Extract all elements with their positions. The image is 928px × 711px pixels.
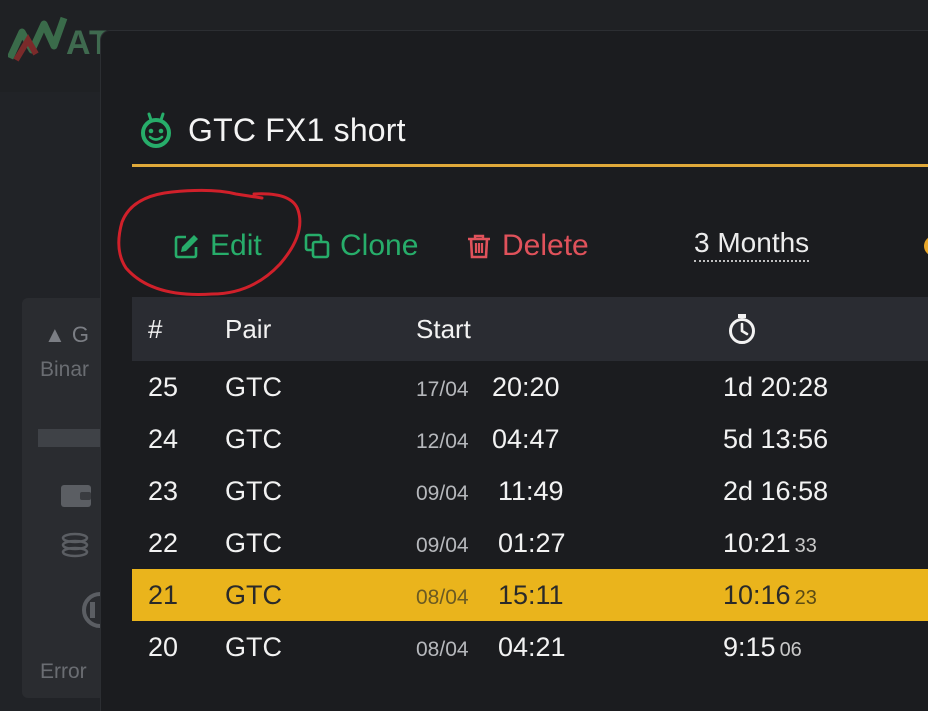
trade-start-date: 09/04	[416, 534, 469, 557]
delete-button[interactable]: Delete	[466, 222, 589, 270]
trade-start-date: 08/04	[416, 586, 469, 609]
header-divider	[132, 164, 928, 167]
trade-pair: GTC	[225, 632, 282, 662]
trade-start-time: 01:27	[498, 528, 566, 558]
trade-start-time: 11:49	[498, 476, 564, 506]
table-header: # Pair Start	[132, 297, 928, 361]
table-row[interactable]: 23 GTC 09/04 11:49 2d 16:58	[132, 465, 928, 517]
trade-duration-main: 10:16	[723, 580, 791, 610]
trade-duration-seconds: 06	[779, 639, 802, 661]
table-body: 25 GTC 17/04 20:20 1d 20:28 24 GTC 12/04 04:47 5d…	[132, 361, 928, 673]
modal-header: GTC FX1 short	[132, 108, 406, 152]
period-selector[interactable]: 3 Months	[694, 226, 810, 262]
trade-duration: 10:21 33	[723, 517, 817, 572]
background-card-subtitle: Binar	[40, 358, 90, 381]
trade-start-time: 20:20	[492, 372, 560, 402]
trade-duration: 5d 13:56	[723, 413, 828, 465]
coins-icon	[61, 532, 89, 558]
column-header-start: Start	[416, 314, 471, 344]
trade-start-date: 08/04	[416, 638, 469, 661]
trade-start-date: 09/04	[416, 482, 469, 505]
clone-button-label: Clone	[340, 229, 419, 262]
trades-table: # Pair Start 25 GTC 17/04 20:20 1d 20:28 24 GT…	[132, 297, 928, 673]
trade-duration: 10:16 23	[723, 569, 817, 624]
table-row[interactable]: 21 GTC 08/04 15:11 10:16 23	[132, 569, 928, 621]
trade-start-date: 12/04	[416, 430, 469, 453]
column-header-pair: Pair	[225, 314, 272, 344]
trade-duration-main: 9:15	[723, 632, 776, 662]
stopwatch-icon	[729, 314, 755, 344]
trade-number: 25	[148, 372, 179, 402]
background-progress-bar	[38, 429, 108, 447]
table-row[interactable]: 20 GTC 08/04 04:21 9:15 06	[132, 621, 928, 673]
trash-icon	[468, 234, 490, 259]
trade-duration: 2d 16:58	[723, 465, 828, 517]
delete-button-label: Delete	[502, 229, 589, 262]
trade-duration-main: 1d 20:28	[723, 372, 829, 402]
table-row[interactable]: 24 GTC 12/04 04:47 5d 13:56	[132, 413, 928, 465]
trade-number: 22	[148, 528, 179, 558]
trade-duration-main: 10:21	[723, 528, 791, 558]
trade-pair: GTC	[225, 528, 282, 558]
trade-duration: 1d 20:28	[723, 361, 828, 413]
status-indicator[interactable]	[924, 236, 928, 256]
trade-pair: GTC	[225, 580, 282, 610]
trade-duration-main: 2d 16:58	[723, 476, 829, 506]
trade-start-date: 17/04	[416, 378, 469, 401]
table-row[interactable]: 25 GTC 17/04 20:20 1d 20:28	[132, 361, 928, 413]
trade-number: 20	[148, 632, 179, 662]
trade-start-time: 15:11	[498, 580, 564, 610]
table-row[interactable]: 22 GTC 09/04 01:27 10:21 33	[132, 517, 928, 569]
trade-number: 24	[148, 424, 179, 454]
trade-start-time: 04:47	[492, 424, 560, 454]
trade-start-time: 04:21	[498, 632, 566, 662]
wallet-icon	[61, 485, 91, 507]
trade-pair: GTC	[225, 372, 282, 402]
trade-duration-seconds: 33	[794, 535, 817, 557]
red-circle-annotation	[117, 188, 302, 296]
trade-pair: GTC	[225, 424, 282, 454]
trade-pair: GTC	[225, 476, 282, 506]
clone-button[interactable]: Clone	[304, 222, 418, 270]
modal-title: GTC FX1 short	[188, 111, 406, 148]
trade-duration: 9:15 06	[723, 621, 802, 676]
background-card-title: ▲ G	[44, 322, 89, 347]
trade-duration-main: 5d 13:56	[723, 424, 829, 454]
column-header-number: #	[148, 314, 163, 344]
trade-duration-seconds: 23	[794, 587, 817, 609]
trade-number: 21	[148, 580, 179, 610]
background-card-label: Error	[40, 660, 87, 683]
trade-number: 23	[148, 476, 179, 506]
robot-face-icon	[141, 112, 171, 148]
